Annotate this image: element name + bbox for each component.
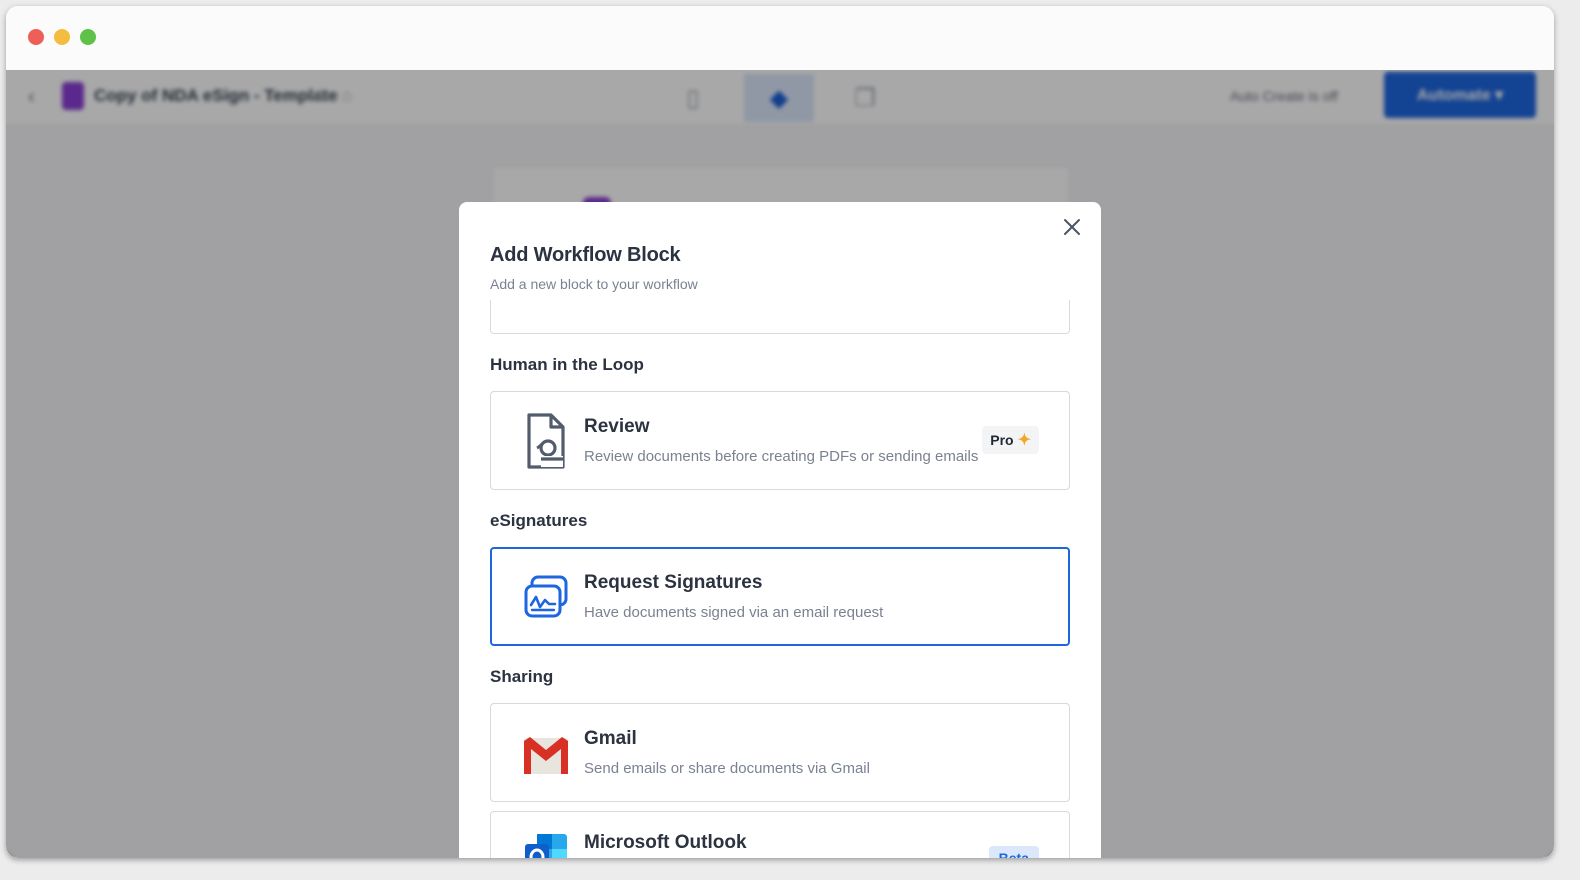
- block-description: Have documents signed via an email reque…: [584, 604, 884, 621]
- beta-badge: Beta: [988, 846, 1039, 858]
- close-window-button[interactable]: [28, 29, 44, 45]
- maximize-window-button[interactable]: [80, 29, 96, 45]
- block-card-request-signatures[interactable]: Request Signatures Have documents signed…: [490, 547, 1070, 646]
- close-icon[interactable]: [1059, 214, 1085, 240]
- block-description: Review documents before creating PDFs or…: [584, 448, 979, 465]
- section-label-sharing: Sharing: [490, 667, 554, 686]
- app-window: ‹ Copy of NDA eSign - Template / ⌂ ▯ ◆ ❐…: [6, 6, 1554, 858]
- dialog-title: Add Workflow Block: [490, 244, 681, 266]
- gmail-icon: [521, 730, 571, 780]
- dialog-subtitle: Add a new block to your workflow: [490, 276, 698, 292]
- outlook-icon: [521, 830, 571, 858]
- block-title: Request Signatures: [584, 572, 763, 593]
- block-description: Send emails or share documents via Gmail: [584, 760, 870, 777]
- add-workflow-block-dialog: Add Workflow Block Add a new block to yo…: [459, 202, 1101, 858]
- block-title: Review: [584, 416, 650, 437]
- block-card[interactable]: [490, 300, 1070, 334]
- signature-icon: [521, 572, 571, 622]
- review-document-icon: [521, 413, 571, 469]
- section-label-esignatures: eSignatures: [490, 511, 588, 530]
- pro-badge-label: Pro: [990, 432, 1014, 448]
- beta-badge-label: Beta: [998, 850, 1029, 858]
- block-card-review[interactable]: Review Review documents before creating …: [490, 391, 1070, 490]
- pro-badge: Pro ✦: [982, 426, 1039, 454]
- window-titlebar: [6, 6, 1554, 70]
- section-label-human-in-the-loop: Human in the Loop: [490, 355, 644, 374]
- block-card-microsoft-outlook[interactable]: Microsoft Outlook Beta: [490, 811, 1070, 858]
- block-card-gmail[interactable]: Gmail Send emails or share documents via…: [490, 703, 1070, 802]
- sparkle-icon: ✦: [1017, 432, 1031, 449]
- minimize-window-button[interactable]: [54, 29, 70, 45]
- block-title: Microsoft Outlook: [584, 832, 747, 853]
- block-title: Gmail: [584, 728, 637, 749]
